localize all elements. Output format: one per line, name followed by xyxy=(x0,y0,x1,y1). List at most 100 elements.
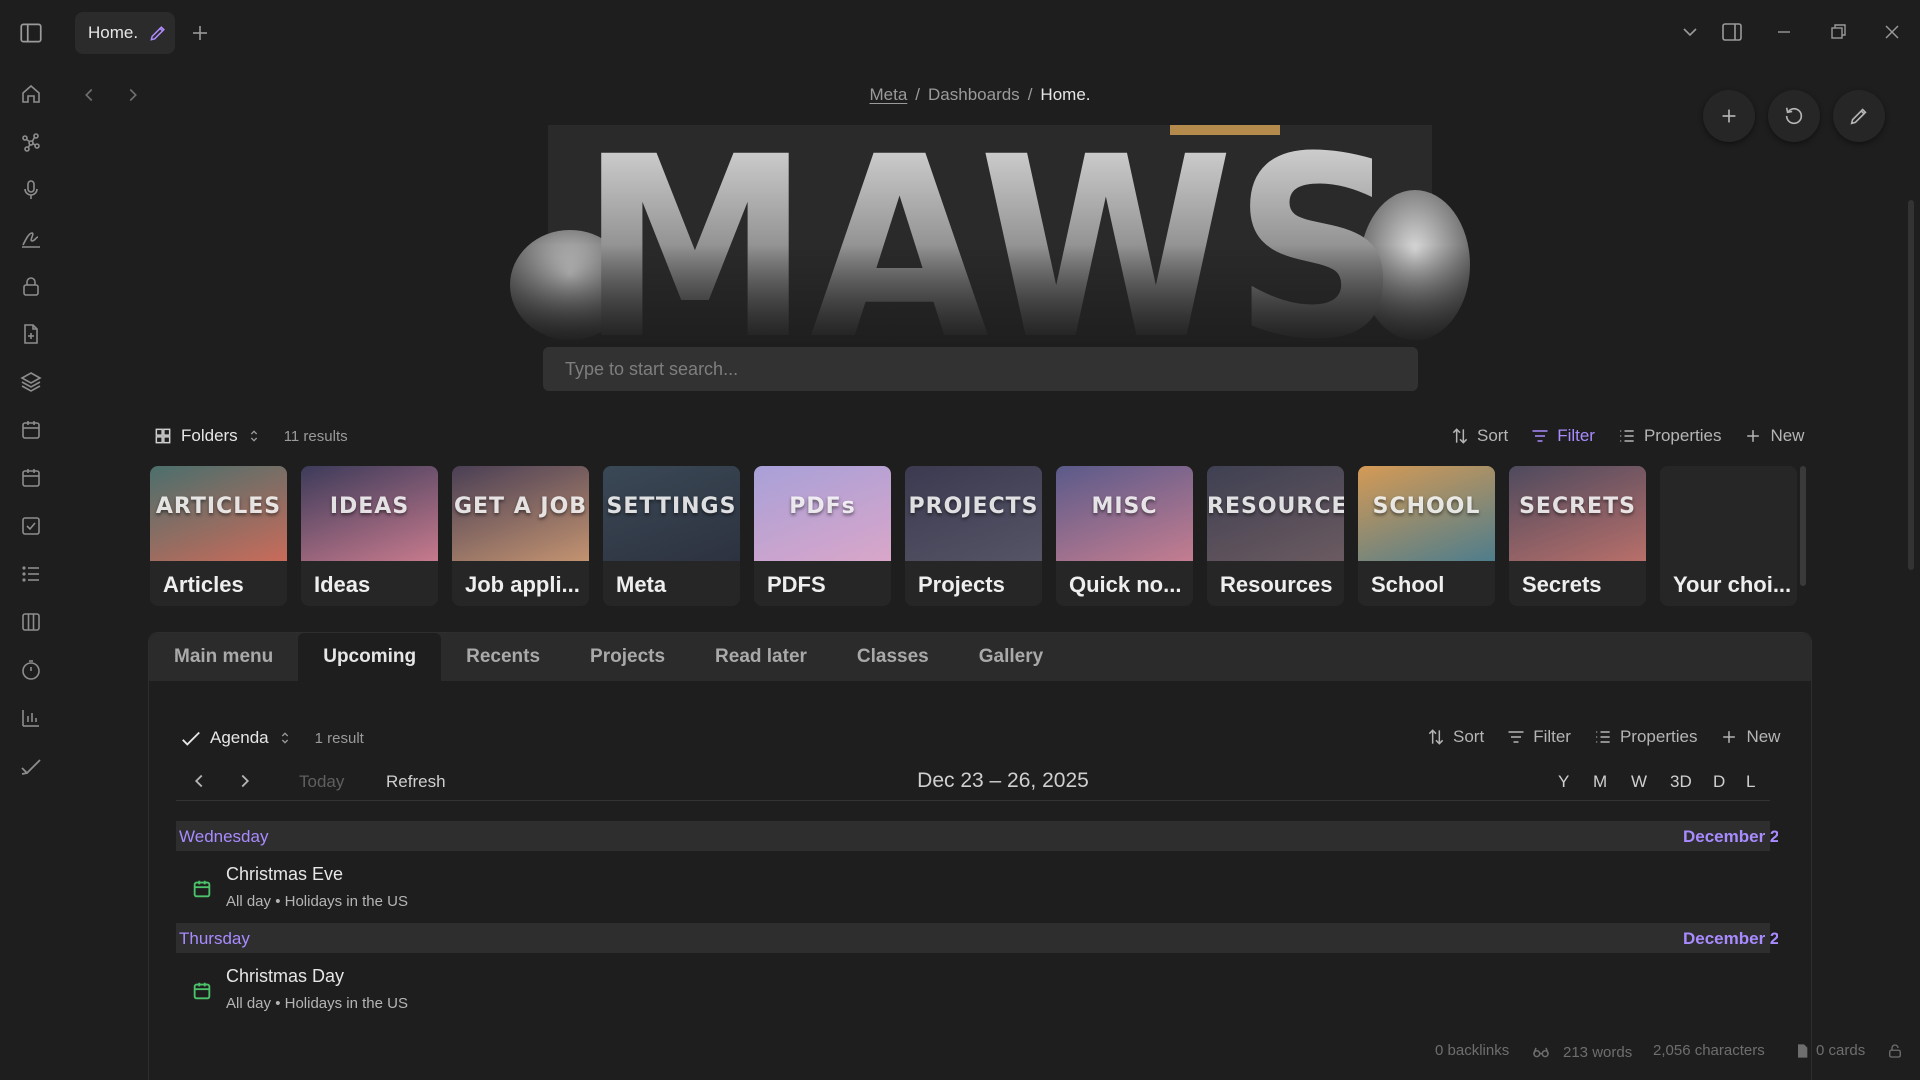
add-button[interactable] xyxy=(1703,90,1755,142)
layers-icon[interactable] xyxy=(19,370,43,394)
card-thumbnail-text: PDFs xyxy=(789,494,856,519)
properties-button[interactable]: Properties xyxy=(1617,426,1721,446)
tab-classes[interactable]: Classes xyxy=(832,633,954,681)
chevron-down-icon[interactable] xyxy=(1678,20,1702,44)
card-thumbnail: GET A JOB xyxy=(452,466,589,561)
filter-button[interactable]: Filter xyxy=(1506,727,1571,747)
sync-icon[interactable] xyxy=(1886,1042,1904,1060)
folder-card[interactable]: ARTICLES Articles xyxy=(150,466,287,606)
tab-projects[interactable]: Projects xyxy=(565,633,690,681)
card-title: School xyxy=(1371,572,1445,597)
edit-button[interactable] xyxy=(1833,90,1885,142)
card-thumbnail: PDFs xyxy=(754,466,891,561)
card-thumbnail: SECRETS xyxy=(1509,466,1646,561)
minimize-icon[interactable] xyxy=(1772,20,1796,44)
tab-recents[interactable]: Recents xyxy=(441,633,565,681)
folder-card[interactable]: SCHOOL School xyxy=(1358,466,1495,606)
card-thumbnail-text: SETTINGS xyxy=(606,494,737,519)
view-3day[interactable]: 3D xyxy=(1670,772,1692,792)
sort-button[interactable]: Sort xyxy=(1450,426,1508,446)
timer-icon[interactable] xyxy=(19,658,43,682)
breadcrumb-meta[interactable]: Meta xyxy=(869,85,907,105)
graph-icon[interactable] xyxy=(19,130,43,154)
search-input[interactable]: Type to start search... xyxy=(543,347,1418,391)
card-thumbnail: RESOURCES xyxy=(1207,466,1344,561)
tab-gallery[interactable]: Gallery xyxy=(954,633,1068,681)
restore-icon[interactable] xyxy=(1826,20,1850,44)
status-backlinks[interactable]: 0 backlinks xyxy=(1435,1042,1509,1059)
word-count: 213 words xyxy=(1563,1043,1633,1061)
calendar-icon[interactable] xyxy=(19,418,43,442)
view-week[interactable]: W xyxy=(1631,772,1647,792)
divider xyxy=(176,800,1770,801)
file-plus-icon[interactable] xyxy=(19,322,43,346)
new-button[interactable]: New xyxy=(1719,727,1780,747)
properties-label: Properties xyxy=(1643,426,1722,445)
sidebar-toggle-icon[interactable] xyxy=(18,20,44,46)
list-icon[interactable] xyxy=(19,562,43,586)
calendar-day-icon[interactable] xyxy=(19,466,43,490)
status-cards[interactable]: 0 cards xyxy=(1794,1042,1865,1059)
page-scrollbar[interactable] xyxy=(1908,200,1914,570)
folders-view-selector[interactable]: Folders xyxy=(153,426,262,446)
close-icon[interactable] xyxy=(1880,20,1904,44)
kanban-icon[interactable] xyxy=(19,610,43,634)
folders-result-count: 11 results xyxy=(283,427,348,445)
event-title[interactable]: Christmas Day xyxy=(226,966,344,987)
tab-main-menu[interactable]: Main menu xyxy=(149,633,298,681)
agenda-view-selector[interactable]: Agenda xyxy=(180,727,293,749)
card-thumbnail: SCHOOL xyxy=(1358,466,1495,561)
sort-label: Sort xyxy=(1453,727,1485,746)
card-title: Secrets xyxy=(1522,572,1602,597)
folder-card[interactable]: SECRETS Secrets xyxy=(1509,466,1646,606)
day-name: Thursday xyxy=(179,929,250,948)
microphone-icon[interactable] xyxy=(19,178,43,202)
bar-chart-icon[interactable] xyxy=(19,706,43,730)
checkbox-icon[interactable] xyxy=(19,514,43,538)
agenda-result-count: 1 result xyxy=(314,729,364,747)
folder-card[interactable]: GET A JOB Job appli... xyxy=(452,466,589,606)
split-view-icon[interactable] xyxy=(1720,20,1744,44)
plus-icon[interactable] xyxy=(188,21,212,45)
card-thumbnail xyxy=(1660,466,1797,561)
tab-read-later[interactable]: Read later xyxy=(690,633,832,681)
view-month[interactable]: M xyxy=(1593,772,1607,792)
folder-card[interactable]: MISC Quick no... xyxy=(1056,466,1193,606)
filter-icon xyxy=(1508,731,1524,743)
folder-card[interactable]: SETTINGS Meta xyxy=(603,466,740,606)
sort-button[interactable]: Sort xyxy=(1426,727,1484,747)
breadcrumb-separator: / xyxy=(1027,85,1033,104)
event-title[interactable]: Christmas Eve xyxy=(226,864,343,885)
view-list[interactable]: L xyxy=(1746,772,1755,792)
folder-card[interactable]: PDFs PDFS xyxy=(754,466,891,606)
folder-card[interactable]: IDEAS Ideas xyxy=(301,466,438,606)
folder-card[interactable]: RESOURCES Resources xyxy=(1207,466,1344,606)
search-placeholder: Type to start search... xyxy=(565,358,739,379)
view-year[interactable]: Y xyxy=(1558,772,1569,792)
signature-icon[interactable] xyxy=(19,226,43,250)
card-thumbnail: ARTICLES xyxy=(150,466,287,561)
properties-button[interactable]: Properties xyxy=(1593,727,1697,747)
breadcrumb-dashboards[interactable]: Dashboards xyxy=(928,85,1020,105)
event-detail: All day • Holidays in the US xyxy=(226,893,408,910)
folders-toolbar: Folders 11 results xyxy=(153,426,348,446)
cards-scrollbar[interactable] xyxy=(1800,466,1806,586)
folder-card[interactable]: PROJECTS Projects xyxy=(905,466,1042,606)
agenda-toolbar: Agenda 1 result xyxy=(180,727,364,749)
pencil-icon[interactable] xyxy=(148,23,168,43)
folder-card[interactable]: Your choi... xyxy=(1660,466,1797,606)
event-detail: All day • Holidays in the US xyxy=(226,995,408,1012)
breadcrumb-home[interactable]: Home. xyxy=(1040,85,1090,105)
filter-button[interactable]: Filter xyxy=(1530,426,1595,446)
view-day[interactable]: D xyxy=(1713,772,1725,792)
new-button[interactable]: New xyxy=(1743,426,1804,446)
card-title: Your choi... xyxy=(1673,572,1792,597)
breadcrumb: Meta / Dashboards / Home. xyxy=(0,85,1920,105)
lock-icon[interactable] xyxy=(19,274,43,298)
agenda-view-name: Agenda xyxy=(210,728,269,747)
day-header: Wednesday December 24 xyxy=(176,821,1778,851)
agenda-actions: Sort Filter Properties New xyxy=(1404,727,1780,747)
tab-home[interactable]: Home. xyxy=(75,12,175,54)
refresh-button[interactable] xyxy=(1768,90,1820,142)
tab-upcoming[interactable]: Upcoming xyxy=(298,633,442,681)
